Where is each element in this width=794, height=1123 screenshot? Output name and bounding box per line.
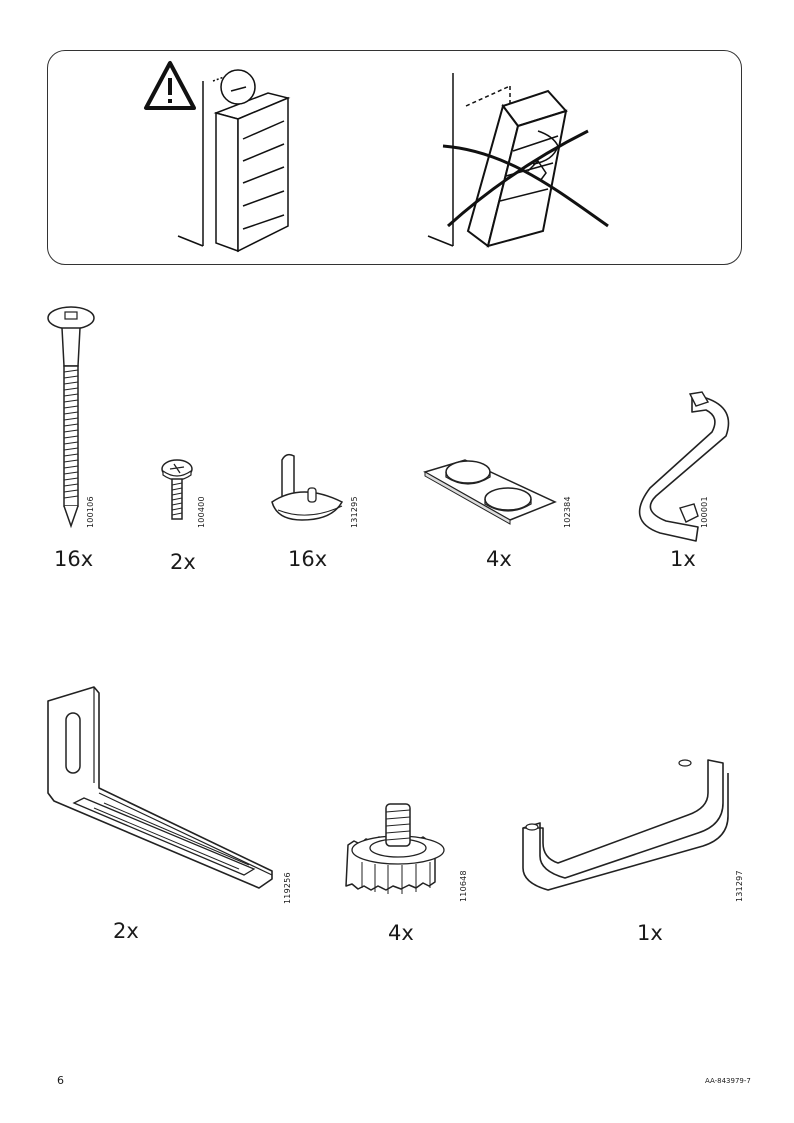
allen-key-icon xyxy=(638,391,730,542)
part-number: 102384 xyxy=(563,496,572,528)
wall-anchoring-illustration xyxy=(144,61,609,253)
adhesive-bumper-pads-icon xyxy=(423,459,557,525)
u-handle-icon xyxy=(522,759,729,891)
quantity-label: 1x xyxy=(670,547,696,571)
angle-bracket-icon xyxy=(47,686,273,889)
wall-anchoring-warning-panel xyxy=(47,50,742,265)
quantity-label: 2x xyxy=(170,550,196,574)
long-screw-icon xyxy=(47,306,95,529)
quantity-label: 4x xyxy=(388,921,414,945)
part-number: 131297 xyxy=(735,870,744,902)
quantity-label: 16x xyxy=(288,547,328,571)
part-131295 xyxy=(268,450,348,525)
part-131297 xyxy=(518,758,733,893)
page-number: 6 xyxy=(57,1074,64,1087)
part-number: 131295 xyxy=(350,496,359,528)
document-id: AA-843979-7 xyxy=(705,1077,751,1085)
part-119256 xyxy=(44,683,279,893)
part-number: 119256 xyxy=(283,872,292,904)
part-100001 xyxy=(630,390,750,542)
quantity-label: 1x xyxy=(637,921,663,945)
part-102384 xyxy=(420,452,560,527)
quantity-label: 4x xyxy=(486,547,512,571)
quantity-label: 2x xyxy=(113,919,139,943)
part-number: 100106 xyxy=(86,496,95,528)
adjustable-foot-icon xyxy=(345,803,445,894)
part-number: 100001 xyxy=(700,496,709,528)
warning-triangle-icon xyxy=(144,61,196,110)
short-screw-icon xyxy=(161,459,193,520)
bookcase-attached-icon xyxy=(177,69,291,253)
part-number: 110648 xyxy=(459,870,468,902)
part-110648 xyxy=(340,800,455,900)
shelf-support-pin-icon xyxy=(271,453,344,521)
part-100400 xyxy=(158,455,198,525)
part-number: 100400 xyxy=(197,496,206,528)
part-100106 xyxy=(44,298,104,529)
quantity-label: 16x xyxy=(54,547,94,571)
